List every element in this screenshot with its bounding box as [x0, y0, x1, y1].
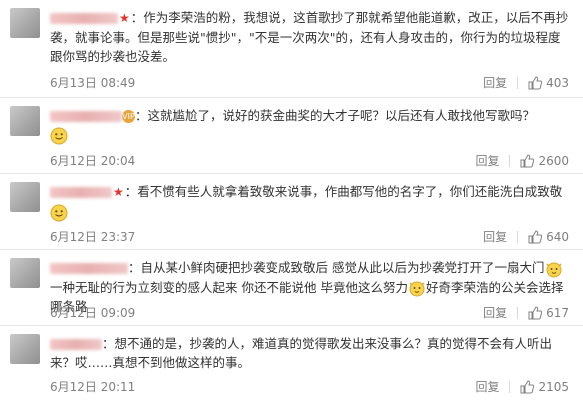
like-count: 640: [546, 229, 569, 244]
like-button[interactable]: 2600: [520, 154, 569, 168]
comment-text: 这就尴尬了，说好的获金曲奖的大才子呢？以后还有人敢找他写歌吗？: [147, 108, 536, 123]
comment-time: 6月12日 23:37: [50, 230, 136, 244]
divider: [509, 154, 511, 167]
avatar[interactable]: [10, 258, 40, 288]
divider: [517, 306, 519, 319]
divider: [517, 76, 519, 89]
comment-text: 一种无耻的行为立刻变的感人起来 你还不能说他 毕竟他这么努力: [50, 279, 408, 295]
comment-actions: 回复 2600: [475, 152, 569, 169]
like-count: 2600: [538, 153, 569, 168]
like-count: 2105: [538, 379, 569, 394]
comment-body: VIP：这就尴尬了，说好的获金曲奖的大才子呢？以后还有人敢找他写歌吗？: [50, 106, 569, 145]
cat-emoji-icon: [409, 281, 425, 297]
reply-button[interactable]: 回复: [475, 152, 499, 169]
comment-time: 6月12日 20:04: [50, 154, 136, 168]
avatar[interactable]: [10, 106, 40, 136]
like-button[interactable]: 640: [528, 230, 569, 244]
thumbs-up-icon: [528, 305, 543, 319]
thumbs-up-icon: [520, 153, 535, 167]
star-badge-icon: ★: [119, 11, 130, 25]
comment-body: ★：看不惯有些人就拿着致敬来说事，作曲都写他的名字了，你们还能洗白成致敬: [50, 182, 569, 222]
comment-item: ★：作为李荣浩的粉，我想说，这首歌抄了那就希望他能道歉，改正，以后不再抄袭，就事…: [0, 0, 583, 98]
smile-emoji-icon: [50, 127, 68, 144]
avatar[interactable]: [10, 8, 40, 38]
thumbs-up-icon: [520, 379, 535, 393]
comment-actions: 回复 617: [483, 304, 569, 321]
comment-list: ★：作为李荣浩的粉，我想说，这首歌抄了那就希望他能道歉，改正，以后不再抄袭，就事…: [0, 0, 583, 401]
like-button[interactable]: 617: [528, 306, 569, 320]
like-count: 617: [546, 305, 569, 320]
comment-time: 6月13日 08:49: [50, 76, 136, 90]
like-button[interactable]: 2105: [520, 380, 569, 394]
comment-item: ：自从某小鲜肉硬把抄袭变成致敬后 感觉从此以后为抄袭党打开了一扇大门一种无耻的行…: [0, 250, 583, 326]
avatar[interactable]: [10, 334, 40, 364]
username[interactable]: [50, 187, 112, 198]
comment-body: ：想不通的是，抄袭的人，难道真的觉得歌发出来没事么？真的觉得不会有人听出来？哎……: [50, 336, 553, 370]
reply-button[interactable]: 回复: [475, 378, 499, 395]
avatar[interactable]: [10, 182, 40, 212]
comment-actions: 回复 640: [483, 228, 569, 245]
vip-badge-icon: VIP: [122, 110, 135, 123]
comment-body: ★：作为李荣浩的粉，我想说，这首歌抄了那就希望他能道歉，改正，以后不再抄袭，就事…: [50, 10, 569, 64]
username[interactable]: [50, 339, 102, 350]
comment-actions: 回复 403: [483, 74, 569, 91]
username[interactable]: [50, 111, 122, 122]
thumbs-up-icon: [528, 75, 543, 89]
divider: [517, 230, 519, 243]
username[interactable]: [50, 13, 118, 24]
reply-button[interactable]: 回复: [483, 74, 507, 91]
comment-actions: 回复 2105: [475, 378, 569, 395]
comment-item: ：想不通的是，抄袭的人，难道真的觉得歌发出来没事么？真的觉得不会有人听出来？哎……: [0, 326, 583, 401]
comment-item: VIP：这就尴尬了，说好的获金曲奖的大才子呢？以后还有人敢找他写歌吗？ 6月12…: [0, 98, 583, 174]
divider: [509, 380, 511, 393]
comment-text: 看不惯有些人就拿着致敬来说事，作曲都写他的名字了，你们还能洗白成致敬: [137, 184, 563, 199]
star-badge-icon: ★: [113, 185, 124, 199]
like-count: 403: [546, 75, 569, 90]
smile-emoji-icon: [50, 204, 68, 221]
comment-text: 自从某小鲜肉硬把抄袭变成致敬后 感觉从此以后为抄袭党打开了一扇大门: [140, 260, 545, 275]
like-button[interactable]: 403: [528, 76, 569, 90]
cat-emoji-icon: [545, 262, 562, 277]
comment-text: 想不通的是，抄袭的人，难道真的觉得歌发出来没事么？真的觉得不会有人听出来？哎………: [50, 336, 553, 370]
comment-item: ★：看不惯有些人就拿着致敬来说事，作曲都写他的名字了，你们还能洗白成致敬 6月1…: [0, 174, 583, 250]
thumbs-up-icon: [528, 229, 543, 243]
reply-button[interactable]: 回复: [483, 304, 507, 321]
username[interactable]: [50, 263, 128, 274]
comment-time: 6月12日 20:11: [50, 380, 136, 394]
reply-button[interactable]: 回复: [483, 228, 507, 245]
comment-time: 6月12日 09:09: [50, 306, 136, 320]
